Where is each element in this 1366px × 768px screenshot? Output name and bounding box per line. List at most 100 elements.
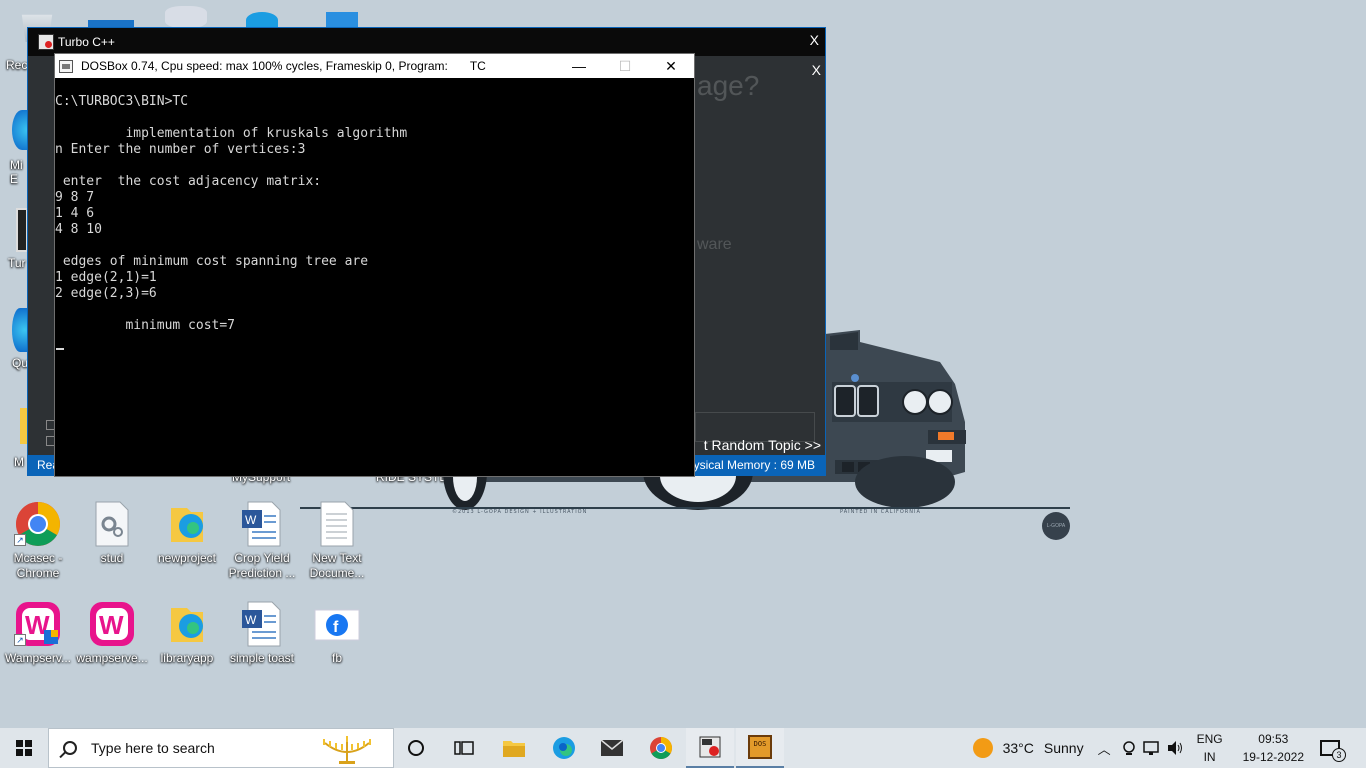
chrome-button[interactable]: [637, 728, 685, 768]
desktop-icon-mcasec-chrome[interactable]: ↗ Mcasec - Chrome: [0, 500, 76, 581]
svg-text:f: f: [333, 619, 339, 636]
desktop-icon-simple-toast[interactable]: W simple toast: [224, 600, 300, 666]
edge-icon: [553, 737, 575, 759]
edge-button[interactable]: [540, 728, 588, 768]
console-line: 1 edge(2,1)=1: [55, 270, 157, 285]
edge-folder-icon: [163, 600, 211, 648]
notification-center-icon[interactable]: 3: [1320, 740, 1346, 762]
dos-console[interactable]: C:\TURBOC3\BIN>TC implementation of krus…: [55, 78, 694, 476]
shortcut-arrow-icon: ↗: [14, 534, 26, 546]
turbo-cpp-title: Turbo C++: [58, 35, 115, 49]
clock[interactable]: 09:53 19-12-2022: [1243, 730, 1304, 766]
windows-logo-icon: [16, 740, 32, 756]
console-line: 4 8 10: [55, 222, 102, 237]
console-cursor: [56, 348, 64, 350]
maximize-button[interactable]: ☐: [602, 54, 648, 78]
weather-description[interactable]: Sunny: [1044, 740, 1084, 756]
minimize-button[interactable]: —: [556, 54, 602, 78]
settings-file-icon: [88, 500, 136, 548]
mail-button[interactable]: [588, 728, 636, 768]
webcam-icon[interactable]: [1121, 740, 1137, 756]
desktop-icon-label: Mcasec - Chrome: [13, 551, 63, 580]
desktop-icon-label: fb: [331, 651, 342, 665]
chevron-up-icon[interactable]: ︿: [1098, 739, 1111, 758]
menorah-icon: [323, 736, 371, 764]
word-doc-icon: W: [238, 600, 286, 648]
console-line: minimum cost=7: [55, 318, 236, 333]
cortana-button[interactable]: [392, 728, 440, 768]
chrome-icon: ↗: [14, 500, 62, 548]
turbo-cpp-taskbar-button[interactable]: [686, 728, 734, 768]
wallpaper-caption-left: ©2013 L-GOPA DESIGN + ILLUSTRATION: [452, 509, 588, 515]
desktop-icon-label: simple toast: [229, 651, 295, 665]
console-line: n Enter the number of vertices:3: [55, 142, 306, 157]
console-line: 1 4 6: [55, 206, 95, 221]
console-line: 9 8 7: [55, 190, 95, 205]
desktop-icon-stud[interactable]: stud: [74, 500, 150, 566]
turbo-cpp-inner-close-button[interactable]: X: [812, 62, 821, 78]
wamp-icon: W ↗: [14, 600, 62, 648]
database-icon[interactable]: [165, 6, 207, 28]
desktop-label-mi: Mi: [10, 158, 23, 172]
desktop-icon-newproject[interactable]: newproject: [149, 500, 225, 566]
desktop-icon-libraryapp[interactable]: libraryapp: [149, 600, 225, 666]
desktop-label-m: M: [14, 455, 24, 469]
random-topic-link[interactable]: t Random Topic >>: [704, 437, 821, 453]
word-doc-icon: W: [238, 500, 286, 548]
turbo-cpp-close-button[interactable]: X: [810, 32, 819, 48]
console-line: edges of minimum cost spanning tree are: [55, 254, 369, 269]
desktop-label-qu: Qu: [12, 356, 29, 370]
desktop-icon-wampserver-2[interactable]: W wampserve...: [74, 600, 150, 666]
wamp-icon: W: [88, 600, 136, 648]
close-button[interactable]: ✕: [648, 54, 694, 78]
svg-text:W: W: [245, 613, 257, 627]
edge-icon[interactable]: [12, 308, 28, 352]
dosbox-app-icon: [59, 59, 73, 73]
desktop-icon-label: newproject: [157, 551, 217, 565]
dosbox-titlebar[interactable]: DOSBox 0.74, Cpu speed: max 100% cycles,…: [55, 54, 694, 78]
desktop-icon-fb[interactable]: f fb: [299, 600, 375, 666]
task-view-button[interactable]: [440, 728, 488, 768]
dosbox-taskbar-button[interactable]: DOS: [736, 728, 784, 768]
system-tray: 33°C Sunny ︿ ENG IN 09:53 19-12-2022 3: [972, 728, 1366, 768]
console-line: implementation of kruskals algorithm: [55, 126, 408, 141]
start-button[interactable]: [0, 728, 48, 768]
file-explorer-icon: [503, 741, 525, 757]
task-view-icon: [454, 741, 474, 755]
dosbox-title: DOSBox 0.74, Cpu speed: max 100% cycles,…: [81, 59, 448, 73]
search-placeholder: Type here to search: [91, 740, 215, 756]
taskbar-search-box[interactable]: Type here to search: [48, 728, 394, 768]
file-explorer-button[interactable]: [490, 728, 538, 768]
desktop-icon-label: libraryapp: [160, 651, 214, 665]
desktop-icon-new-text[interactable]: New Text Docume...: [299, 500, 375, 581]
weather-sun-icon[interactable]: [972, 738, 993, 758]
clock-date: 19-12-2022: [1242, 750, 1304, 764]
search-icon: [63, 741, 77, 755]
dosbox-window[interactable]: DOSBox 0.74, Cpu speed: max 100% cycles,…: [54, 53, 695, 477]
dosbox-icon-text: DOS: [753, 740, 767, 748]
desktop-label-e: E: [10, 172, 19, 186]
notification-count-badge: 3: [1332, 748, 1346, 762]
desktop-icon-label: stud: [100, 551, 124, 565]
background-heading: age?: [697, 70, 760, 101]
desktop-icon-crop-yield[interactable]: W Crop Yield Prediction ...: [224, 500, 300, 581]
clock-time: 09:53: [1258, 732, 1289, 746]
region-code: IN: [1203, 750, 1216, 764]
wallpaper-caption-right: PAINTED IN CALIFORNIA: [840, 509, 921, 515]
desktop-icon-label: Crop Yield Prediction ...: [228, 551, 296, 580]
wallpaper-ground-line: [300, 507, 1070, 509]
desktop-icon-wampserver-1[interactable]: W ↗ Wampserv...: [0, 600, 76, 666]
language-indicator[interactable]: ENG IN: [1197, 730, 1223, 766]
desktop-label-tur: Tur: [8, 256, 26, 270]
weather-temperature[interactable]: 33°C: [1003, 740, 1034, 756]
edge-icon[interactable]: [246, 12, 278, 28]
flag-icon[interactable]: [326, 12, 358, 28]
volume-icon[interactable]: [1167, 740, 1185, 756]
desktop-icon-label: Wampserv...: [4, 651, 71, 665]
turbo-cpp-titlebar[interactable]: Turbo C++: [28, 28, 825, 56]
dosbox-program: TC: [469, 59, 486, 73]
console-line: enter the cost adjacency matrix:: [55, 174, 322, 189]
network-icon[interactable]: [1142, 740, 1161, 756]
console-line: C:\TURBOC3\BIN>TC: [55, 94, 189, 109]
taskbar: Type here to search DOS 33°C Sunny ︿ ENG…: [0, 728, 1366, 768]
